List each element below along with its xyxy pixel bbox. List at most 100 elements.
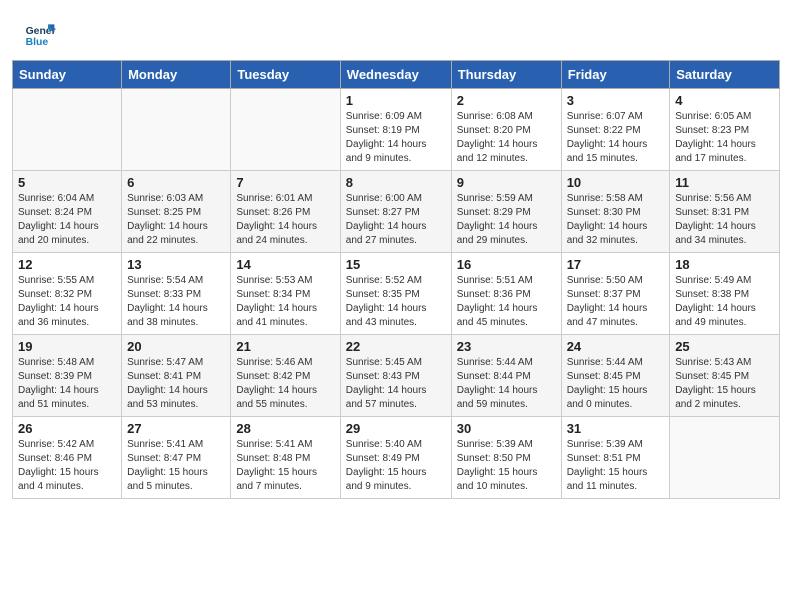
col-header-saturday: Saturday xyxy=(670,61,780,89)
calendar-cell: 30 Sunrise: 5:39 AM Sunset: 8:50 PM Dayli… xyxy=(451,417,561,499)
day-info: Sunrise: 5:46 AM Sunset: 8:42 PM Dayligh… xyxy=(236,356,334,412)
calendar-cell: 25 Sunrise: 5:43 AM Sunset: 8:45 PM Dayli… xyxy=(670,335,780,417)
day-info: Sunrise: 5:54 AM Sunset: 8:33 PM Dayligh… xyxy=(127,274,225,330)
day-number: 13 xyxy=(127,257,225,272)
day-number: 11 xyxy=(675,175,774,190)
col-header-sunday: Sunday xyxy=(13,61,122,89)
day-info: Sunrise: 5:49 AM Sunset: 8:38 PM Dayligh… xyxy=(675,274,774,330)
calendar-cell: 16Sunrise: 5:51 AM Sunset: 8:36 PM Dayli… xyxy=(451,253,561,335)
day-info: Sunrise: 5:48 AM Sunset: 8:39 PM Dayligh… xyxy=(18,356,116,412)
day-number: 18 xyxy=(675,257,774,272)
day-number: 26 xyxy=(18,421,116,436)
day-number: 3 xyxy=(567,93,665,108)
day-info: Sunrise: 5:39 AM Sunset: 8:50 PM Dayligh… xyxy=(457,438,556,494)
day-number: 12 xyxy=(18,257,116,272)
calendar-cell: 10 Sunrise: 5:58 AM Sunset: 8:30 PM Dayli… xyxy=(561,171,670,253)
calendar-cell: 29 Sunrise: 5:40 AM Sunset: 8:49 PM Dayli… xyxy=(340,417,451,499)
calendar-cell: 31Sunrise: 5:39 AM Sunset: 8:51 PM Dayli… xyxy=(561,417,670,499)
calendar-cell xyxy=(122,89,231,171)
calendar-cell: 11 Sunrise: 5:56 AM Sunset: 8:31 PM Dayli… xyxy=(670,171,780,253)
calendar-cell: 26 Sunrise: 5:42 AM Sunset: 8:46 PM Dayli… xyxy=(13,417,122,499)
calendar-week-2: 5 Sunrise: 6:04 AM Sunset: 8:24 PM Daylig… xyxy=(13,171,780,253)
day-info: Sunrise: 5:55 AM Sunset: 8:32 PM Dayligh… xyxy=(18,274,116,330)
calendar-week-4: 19 Sunrise: 5:48 AM Sunset: 8:39 PM Dayli… xyxy=(13,335,780,417)
calendar-cell: 8 Sunrise: 6:00 AM Sunset: 8:27 PM Daylig… xyxy=(340,171,451,253)
day-number: 5 xyxy=(18,175,116,190)
day-number: 1 xyxy=(346,93,446,108)
day-info: Sunrise: 5:39 AM Sunset: 8:51 PM Dayligh… xyxy=(567,438,665,494)
day-info: Sunrise: 5:40 AM Sunset: 8:49 PM Dayligh… xyxy=(346,438,446,494)
logo: General Blue xyxy=(24,18,58,50)
day-info: Sunrise: 6:08 AM Sunset: 8:20 PM Dayligh… xyxy=(457,110,556,166)
day-number: 25 xyxy=(675,339,774,354)
calendar-cell: 3 Sunrise: 6:07 AM Sunset: 8:22 PM Daylig… xyxy=(561,89,670,171)
col-header-wednesday: Wednesday xyxy=(340,61,451,89)
calendar-cell: 14 Sunrise: 5:53 AM Sunset: 8:34 PM Dayli… xyxy=(231,253,340,335)
day-number: 17 xyxy=(567,257,665,272)
page-header: General Blue xyxy=(0,0,792,60)
day-info: Sunrise: 6:05 AM Sunset: 8:23 PM Dayligh… xyxy=(675,110,774,166)
day-number: 30 xyxy=(457,421,556,436)
calendar-cell xyxy=(670,417,780,499)
day-info: Sunrise: 6:04 AM Sunset: 8:24 PM Dayligh… xyxy=(18,192,116,248)
day-info: Sunrise: 6:07 AM Sunset: 8:22 PM Dayligh… xyxy=(567,110,665,166)
calendar-body: 1 Sunrise: 6:09 AM Sunset: 8:19 PM Daylig… xyxy=(13,89,780,499)
calendar-cell: 15Sunrise: 5:52 AM Sunset: 8:35 PM Dayli… xyxy=(340,253,451,335)
day-number: 16 xyxy=(457,257,556,272)
day-info: Sunrise: 5:44 AM Sunset: 8:45 PM Dayligh… xyxy=(567,356,665,412)
calendar-cell: 6Sunrise: 6:03 AM Sunset: 8:25 PM Daylig… xyxy=(122,171,231,253)
calendar-cell: 22 Sunrise: 5:45 AM Sunset: 8:43 PM Dayli… xyxy=(340,335,451,417)
day-info: Sunrise: 5:58 AM Sunset: 8:30 PM Dayligh… xyxy=(567,192,665,248)
calendar-cell: 13 Sunrise: 5:54 AM Sunset: 8:33 PM Dayli… xyxy=(122,253,231,335)
day-number: 9 xyxy=(457,175,556,190)
svg-text:Blue: Blue xyxy=(26,37,49,48)
calendar-cell xyxy=(13,89,122,171)
day-number: 2 xyxy=(457,93,556,108)
day-info: Sunrise: 6:00 AM Sunset: 8:27 PM Dayligh… xyxy=(346,192,446,248)
day-info: Sunrise: 5:53 AM Sunset: 8:34 PM Dayligh… xyxy=(236,274,334,330)
day-number: 10 xyxy=(567,175,665,190)
calendar-week-1: 1 Sunrise: 6:09 AM Sunset: 8:19 PM Daylig… xyxy=(13,89,780,171)
day-info: Sunrise: 5:41 AM Sunset: 8:48 PM Dayligh… xyxy=(236,438,334,494)
logo-icon: General Blue xyxy=(24,18,56,50)
calendar-cell: 9 Sunrise: 5:59 AM Sunset: 8:29 PM Daylig… xyxy=(451,171,561,253)
col-header-monday: Monday xyxy=(122,61,231,89)
calendar-cell: 18 Sunrise: 5:49 AM Sunset: 8:38 PM Dayli… xyxy=(670,253,780,335)
day-number: 14 xyxy=(236,257,334,272)
day-number: 19 xyxy=(18,339,116,354)
day-number: 28 xyxy=(236,421,334,436)
calendar-cell: 19 Sunrise: 5:48 AM Sunset: 8:39 PM Dayli… xyxy=(13,335,122,417)
day-info: Sunrise: 6:09 AM Sunset: 8:19 PM Dayligh… xyxy=(346,110,446,166)
day-info: Sunrise: 5:43 AM Sunset: 8:45 PM Dayligh… xyxy=(675,356,774,412)
calendar-cell: 20 Sunrise: 5:47 AM Sunset: 8:41 PM Dayli… xyxy=(122,335,231,417)
calendar-week-5: 26 Sunrise: 5:42 AM Sunset: 8:46 PM Dayli… xyxy=(13,417,780,499)
calendar-cell xyxy=(231,89,340,171)
col-header-thursday: Thursday xyxy=(451,61,561,89)
day-info: Sunrise: 5:42 AM Sunset: 8:46 PM Dayligh… xyxy=(18,438,116,494)
day-number: 24 xyxy=(567,339,665,354)
calendar-week-3: 12 Sunrise: 5:55 AM Sunset: 8:32 PM Dayli… xyxy=(13,253,780,335)
day-info: Sunrise: 5:45 AM Sunset: 8:43 PM Dayligh… xyxy=(346,356,446,412)
calendar-cell: 2 Sunrise: 6:08 AM Sunset: 8:20 PM Daylig… xyxy=(451,89,561,171)
day-info: Sunrise: 5:50 AM Sunset: 8:37 PM Dayligh… xyxy=(567,274,665,330)
day-number: 7 xyxy=(236,175,334,190)
day-info: Sunrise: 5:47 AM Sunset: 8:41 PM Dayligh… xyxy=(127,356,225,412)
calendar-table: SundayMondayTuesdayWednesdayThursdayFrid… xyxy=(12,60,780,499)
calendar-cell: 17 Sunrise: 5:50 AM Sunset: 8:37 PM Dayli… xyxy=(561,253,670,335)
calendar-cell: 12 Sunrise: 5:55 AM Sunset: 8:32 PM Dayli… xyxy=(13,253,122,335)
day-info: Sunrise: 5:56 AM Sunset: 8:31 PM Dayligh… xyxy=(675,192,774,248)
day-info: Sunrise: 5:59 AM Sunset: 8:29 PM Dayligh… xyxy=(457,192,556,248)
day-number: 4 xyxy=(675,93,774,108)
calendar-cell: 28 Sunrise: 5:41 AM Sunset: 8:48 PM Dayli… xyxy=(231,417,340,499)
calendar-header-row: SundayMondayTuesdayWednesdayThursdayFrid… xyxy=(13,61,780,89)
day-number: 29 xyxy=(346,421,446,436)
day-number: 22 xyxy=(346,339,446,354)
calendar-cell: 7 Sunrise: 6:01 AM Sunset: 8:26 PM Daylig… xyxy=(231,171,340,253)
day-number: 21 xyxy=(236,339,334,354)
day-number: 8 xyxy=(346,175,446,190)
day-number: 20 xyxy=(127,339,225,354)
col-header-friday: Friday xyxy=(561,61,670,89)
day-info: Sunrise: 6:01 AM Sunset: 8:26 PM Dayligh… xyxy=(236,192,334,248)
day-number: 15 xyxy=(346,257,446,272)
calendar-cell: 23Sunrise: 5:44 AM Sunset: 8:44 PM Dayli… xyxy=(451,335,561,417)
